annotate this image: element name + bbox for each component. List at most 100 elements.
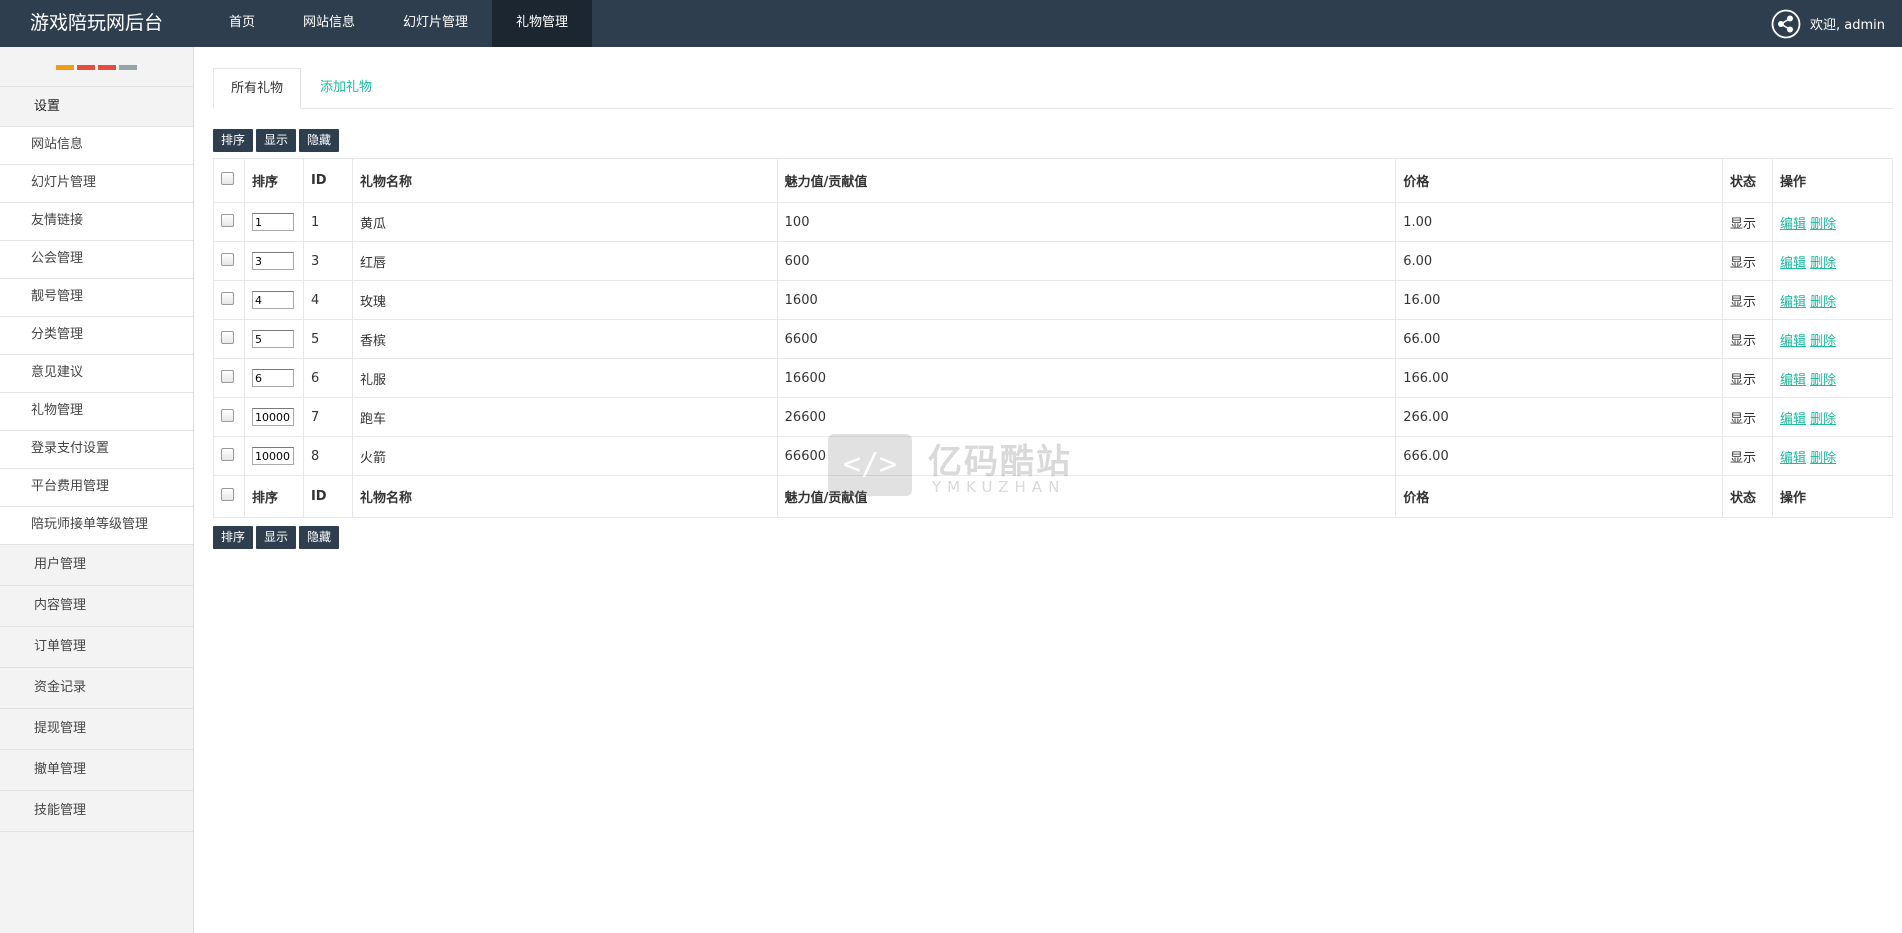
delete-link[interactable]: 删除 bbox=[1810, 451, 1836, 466]
hide-button-bottom[interactable]: 隐藏 bbox=[299, 526, 340, 549]
sidebar-subitem[interactable]: 礼物管理 bbox=[0, 392, 193, 430]
delete-link[interactable]: 删除 bbox=[1810, 334, 1836, 349]
cell-ops: 编辑 删除 bbox=[1772, 202, 1893, 242]
sort-button-bottom[interactable]: 排序 bbox=[213, 526, 254, 549]
edit-link[interactable]: 编辑 bbox=[1780, 412, 1806, 427]
cell-ops: 编辑 删除 bbox=[1772, 280, 1893, 320]
row-checkbox[interactable] bbox=[221, 408, 234, 422]
delete-link[interactable]: 删除 bbox=[1810, 412, 1836, 427]
footer-charm: 魅力值/贡献值 bbox=[776, 475, 1397, 518]
sidebar-color-indicator bbox=[0, 47, 193, 86]
table-row: 7跑车26600266.00显示编辑 删除 bbox=[213, 397, 1893, 437]
topnav-item[interactable]: 幻灯片管理 bbox=[379, 0, 492, 47]
row-checkbox[interactable] bbox=[221, 213, 234, 227]
show-button-bottom[interactable]: 显示 bbox=[256, 526, 297, 549]
sort-input[interactable] bbox=[251, 369, 294, 387]
sidebar-subitem[interactable]: 靓号管理 bbox=[0, 278, 193, 316]
select-all-checkbox-bottom[interactable] bbox=[221, 488, 234, 501]
header-charm: 魅力值/贡献值 bbox=[776, 158, 1397, 203]
sidebar-item[interactable]: 提现管理 bbox=[0, 708, 193, 749]
sort-input[interactable] bbox=[251, 252, 294, 270]
sidebar-item[interactable]: 资金记录 bbox=[0, 667, 193, 708]
user-area[interactable]: 欢迎, admin bbox=[1771, 0, 1885, 47]
footer-ops: 操作 bbox=[1772, 475, 1893, 518]
footer-select-all bbox=[213, 475, 245, 518]
tab-add-gift[interactable]: 添加礼物 bbox=[320, 68, 372, 108]
cell-ops: 编辑 删除 bbox=[1772, 241, 1893, 281]
cell-id: 6 bbox=[302, 358, 353, 398]
cell-charm: 16600 bbox=[776, 358, 1397, 398]
row-checkbox[interactable] bbox=[221, 330, 234, 344]
edit-link[interactable]: 编辑 bbox=[1780, 256, 1806, 271]
sidebar-subitem[interactable]: 友情链接 bbox=[0, 202, 193, 240]
edit-link[interactable]: 编辑 bbox=[1780, 334, 1806, 349]
cell-status: 显示 bbox=[1722, 241, 1773, 281]
table-row: 6礼服16600166.00显示编辑 删除 bbox=[213, 358, 1893, 398]
row-checkbox[interactable] bbox=[221, 447, 234, 461]
action-buttons-top: 排序 显示 隐藏 bbox=[213, 129, 342, 152]
show-button[interactable]: 显示 bbox=[256, 129, 297, 152]
delete-link[interactable]: 删除 bbox=[1810, 295, 1836, 310]
cell-charm: 6600 bbox=[776, 319, 1397, 359]
sidebar-subitem[interactable]: 分类管理 bbox=[0, 316, 193, 354]
table-footer-row: 排序 ID 礼物名称 魅力值/贡献值 价格 状态 操作 bbox=[213, 475, 1893, 518]
delete-link[interactable]: 删除 bbox=[1810, 256, 1836, 271]
cell-name: 礼服 bbox=[351, 358, 778, 398]
header-sort: 排序 bbox=[243, 158, 304, 203]
table-row: 5香槟660066.00显示编辑 删除 bbox=[213, 319, 1893, 359]
topnav-item[interactable]: 礼物管理 bbox=[492, 0, 593, 47]
delete-link[interactable]: 删除 bbox=[1810, 217, 1836, 232]
share-icon[interactable] bbox=[1771, 9, 1801, 39]
table-row: 3红唇6006.00显示编辑 删除 bbox=[213, 241, 1893, 281]
indicator-bar bbox=[119, 65, 137, 70]
sidebar-item[interactable]: 订单管理 bbox=[0, 626, 193, 667]
cell-sort bbox=[243, 397, 304, 437]
sidebar-item[interactable]: 用户管理 bbox=[0, 544, 193, 585]
cell-status: 显示 bbox=[1722, 280, 1773, 320]
cell-ops: 编辑 删除 bbox=[1772, 397, 1893, 437]
header-status: 状态 bbox=[1722, 158, 1773, 203]
edit-link[interactable]: 编辑 bbox=[1780, 295, 1806, 310]
hide-button[interactable]: 隐藏 bbox=[299, 129, 340, 152]
tab-all-gifts[interactable]: 所有礼物 bbox=[213, 68, 301, 109]
sidebar-subitem[interactable]: 登录支付设置 bbox=[0, 430, 193, 468]
top-bar: 游戏陪玩网后台 首页 网站信息 幻灯片管理 礼物管理 欢迎, admin bbox=[0, 0, 1902, 47]
edit-link[interactable]: 编辑 bbox=[1780, 217, 1806, 232]
cell-id: 5 bbox=[302, 319, 353, 359]
row-checkbox[interactable] bbox=[221, 291, 234, 305]
topnav-item[interactable]: 网站信息 bbox=[279, 0, 379, 47]
sort-button[interactable]: 排序 bbox=[213, 129, 254, 152]
sidebar-item[interactable]: 技能管理 bbox=[0, 790, 193, 832]
sort-input[interactable] bbox=[251, 291, 294, 309]
row-checkbox[interactable] bbox=[221, 369, 234, 383]
sidebar-section-settings[interactable]: 设置 bbox=[0, 86, 193, 126]
sort-input[interactable] bbox=[251, 447, 294, 465]
select-all-checkbox[interactable] bbox=[221, 172, 234, 185]
footer-name: 礼物名称 bbox=[351, 475, 778, 518]
cell-select bbox=[213, 280, 245, 320]
cell-status: 显示 bbox=[1722, 436, 1773, 476]
sort-input[interactable] bbox=[251, 408, 294, 426]
sort-input[interactable] bbox=[251, 213, 294, 231]
brand-title[interactable]: 游戏陪玩网后台 bbox=[30, 0, 163, 47]
edit-link[interactable]: 编辑 bbox=[1780, 373, 1806, 388]
sidebar-subitem[interactable]: 意见建议 bbox=[0, 354, 193, 392]
sidebar-subitem[interactable]: 平台费用管理 bbox=[0, 468, 193, 506]
sidebar-subitem[interactable]: 网站信息 bbox=[0, 126, 193, 164]
sidebar-subitem[interactable]: 陪玩师接单等级管理 bbox=[0, 506, 193, 544]
sidebar-item[interactable]: 撤单管理 bbox=[0, 749, 193, 790]
sidebar-subitem[interactable]: 公会管理 bbox=[0, 240, 193, 278]
sidebar-item[interactable]: 内容管理 bbox=[0, 585, 193, 626]
edit-link[interactable]: 编辑 bbox=[1780, 451, 1806, 466]
sidebar-subitem[interactable]: 幻灯片管理 bbox=[0, 164, 193, 202]
cell-id: 1 bbox=[302, 202, 353, 242]
cell-id: 8 bbox=[302, 436, 353, 476]
cell-ops: 编辑 删除 bbox=[1772, 358, 1893, 398]
sort-input[interactable] bbox=[251, 330, 294, 348]
delete-link[interactable]: 删除 bbox=[1810, 373, 1836, 388]
cell-select bbox=[213, 241, 245, 281]
topnav-item[interactable]: 首页 bbox=[205, 0, 279, 47]
row-checkbox[interactable] bbox=[221, 252, 234, 266]
cell-name: 红唇 bbox=[351, 241, 778, 281]
cell-charm: 600 bbox=[776, 241, 1397, 281]
